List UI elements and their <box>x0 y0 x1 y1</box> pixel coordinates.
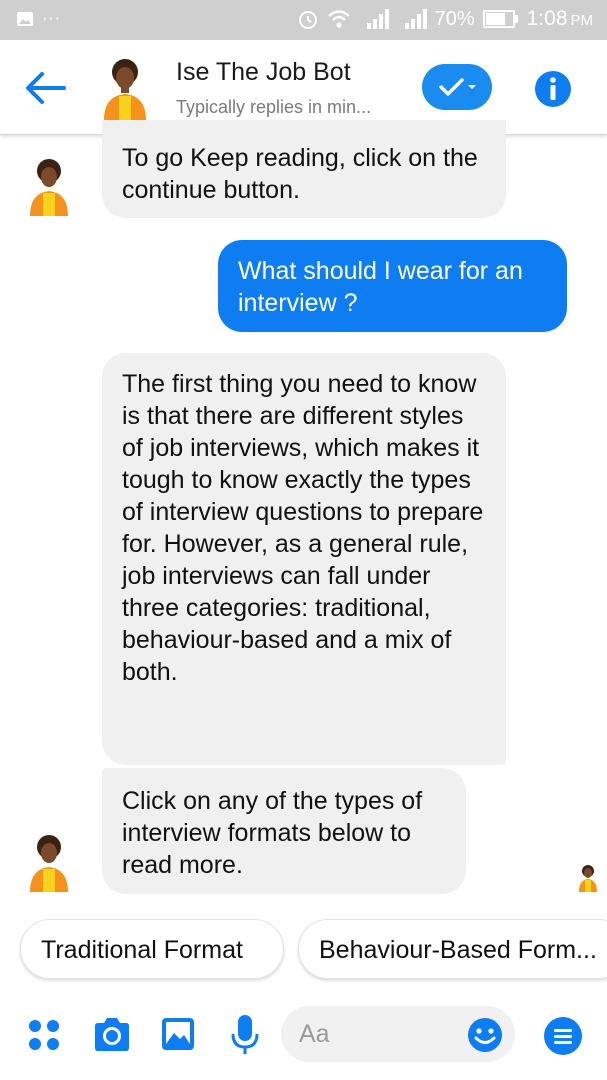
check-dropdown-button[interactable] <box>422 64 492 110</box>
check-icon <box>439 78 476 96</box>
microphone-icon[interactable] <box>230 1014 260 1056</box>
bot-avatar[interactable] <box>100 58 150 120</box>
quick-reply-traditional[interactable]: Traditional Format <box>20 919 284 979</box>
bot-message: To go Keep reading, click on the continu… <box>102 120 506 218</box>
bot-avatar-small <box>30 835 68 892</box>
menu-icon[interactable] <box>543 1016 583 1056</box>
image-icon[interactable] <box>161 1017 195 1051</box>
chat-subtitle: Typically replies in min... <box>176 97 372 117</box>
alarm-icon <box>298 11 317 29</box>
gallery-notification-icon <box>17 12 33 26</box>
battery-icon <box>482 10 518 28</box>
apps-icon[interactable] <box>28 1019 60 1051</box>
bot-message: The first thing you need to know is that… <box>102 353 506 765</box>
back-arrow-icon[interactable] <box>24 70 68 106</box>
bot-avatar-small <box>30 159 68 216</box>
battery-percent: 70% <box>434 7 475 30</box>
bot-message: Click on any of the types of interview f… <box>102 768 466 894</box>
user-message: What should I wear for an interview ? <box>218 240 567 332</box>
emoji-icon[interactable] <box>467 1017 503 1053</box>
signal-icon-2 <box>404 9 427 29</box>
wifi-icon <box>327 10 350 28</box>
clock: 1:08 PM <box>526 7 593 30</box>
camera-icon[interactable] <box>92 1016 132 1054</box>
more-notifications-icon: ··· <box>42 10 61 27</box>
chat-title[interactable]: Ise The Job Bot <box>176 58 351 87</box>
signal-icon <box>366 9 389 29</box>
status-bar: ··· 70% 1:08 PM <box>0 0 607 40</box>
quick-reply-behaviour-based[interactable]: Behaviour-Based Form... <box>298 919 607 979</box>
info-icon[interactable] <box>534 70 572 108</box>
message-composer <box>0 996 607 1080</box>
seen-indicator-avatar <box>579 865 597 892</box>
